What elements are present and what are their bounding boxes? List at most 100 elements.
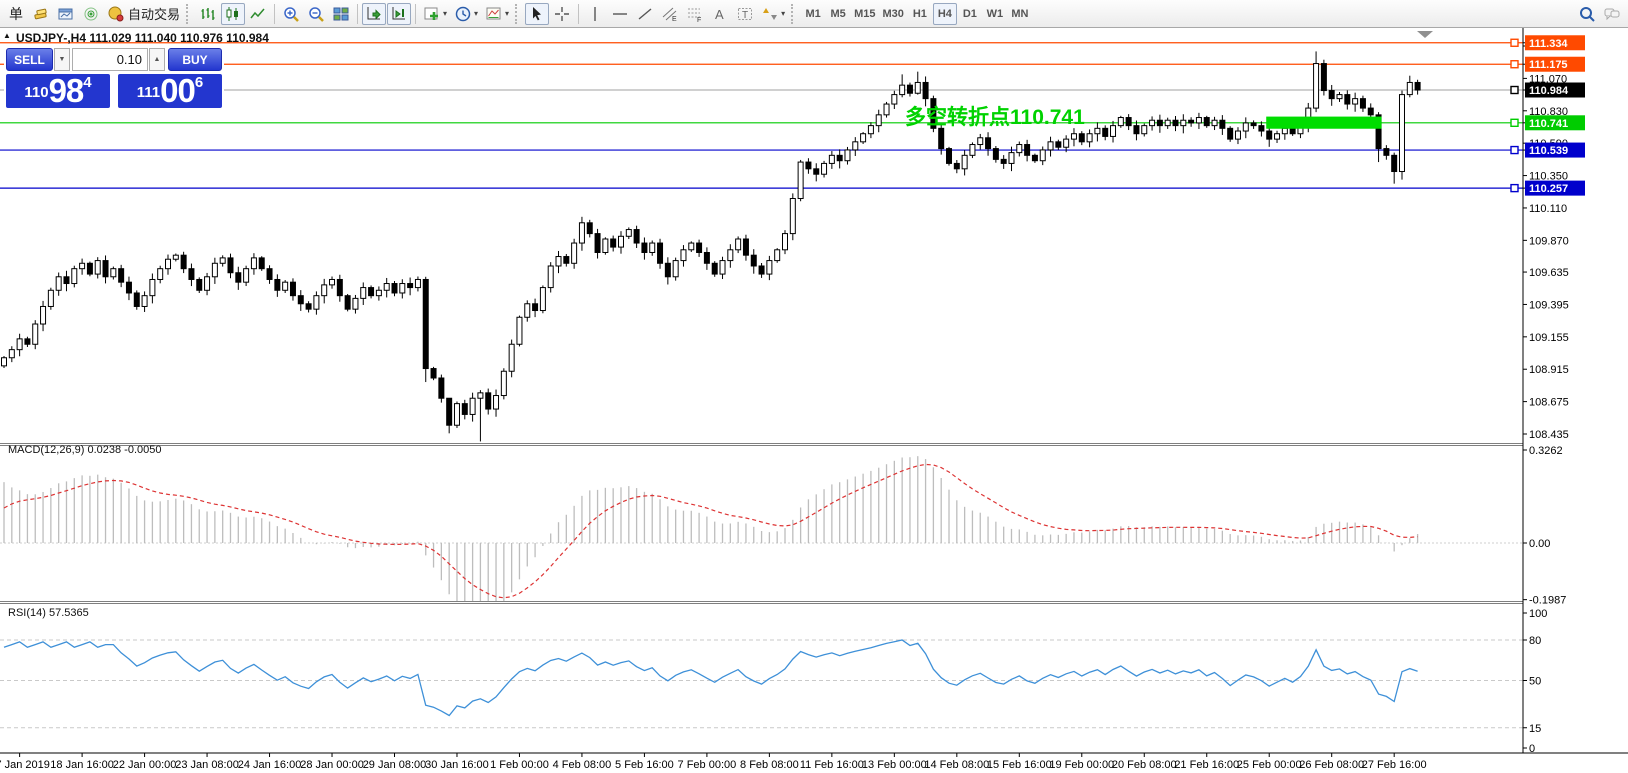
svg-text:108.435: 108.435 [1529,429,1569,441]
svg-text:110.257: 110.257 [1529,183,1568,195]
toolbar-periods-button[interactable]: ▾ [451,3,481,25]
toolbar-shapes-button[interactable]: ▾ [758,3,788,25]
svg-text:28 Jan 00:00: 28 Jan 00:00 [300,759,364,771]
toolbar-auto-trading-button[interactable]: 自动交易 [104,3,183,25]
timeframe-D1[interactable]: D1 [958,3,982,25]
toolbar-fibonacci-button[interactable]: F [683,3,707,25]
toolbar-zoom-in-button[interactable] [279,3,303,25]
svg-text:110.984: 110.984 [1529,85,1569,97]
svg-text:8 Feb 08:00: 8 Feb 08:00 [740,759,799,771]
text-label-icon: T [736,5,754,23]
svg-text:5 Feb 16:00: 5 Feb 16:00 [615,759,674,771]
chart-canvas[interactable]: 多空转折点110.741111.310111.070110.830110.590… [0,0,1628,773]
timeframe-M5[interactable]: M5 [826,3,850,25]
svg-text:80: 80 [1529,635,1541,647]
highlight-rectangle[interactable] [1266,117,1381,129]
svg-text:18 Jan 16:00: 18 Jan 16:00 [50,759,114,771]
timeframe-M1[interactable]: M1 [801,3,825,25]
svg-text:109.870: 109.870 [1529,235,1569,247]
buy-button[interactable]: BUY [168,48,222,71]
toolbar-trendline-button[interactable] [633,3,657,25]
timeframe-M30[interactable]: M30 [879,3,906,25]
sell-price-big: 98 [49,76,84,106]
svg-text:23 Jan 08:00: 23 Jan 08:00 [175,759,239,771]
svg-text:E: E [672,16,677,23]
toolbar-line-chart-button[interactable] [246,3,270,25]
toolbar-bar-chart-button[interactable] [196,3,220,25]
svg-text:30 Jan 16:00: 30 Jan 16:00 [425,759,489,771]
svg-text:1 Feb 00:00: 1 Feb 00:00 [490,759,549,771]
buy-price-box[interactable]: 111 00 6 [118,74,222,108]
macd-label: MACD(12,26,9) 0.0238 -0.0050 [8,444,161,456]
sell-price-prefix: 110 [24,80,48,106]
toolbar-new-order-button[interactable]: 单 [4,3,28,25]
svg-text:109.635: 109.635 [1529,267,1569,279]
toolbar-grip [515,4,520,24]
toolbar-signal-button[interactable] [79,3,103,25]
toolbar-separator [274,4,275,24]
svg-text:14 Feb 08:00: 14 Feb 08:00 [924,759,989,771]
svg-text:29 Jan 08:00: 29 Jan 08:00 [363,759,427,771]
svg-text:0.3262: 0.3262 [1529,445,1563,457]
toolbar: 单 自动交易 ▾ ▾ ▾ EFA T ▾ M1M5M15M30H1H4D1W1MN [0,0,1628,28]
candle-chart-icon [224,5,242,23]
timeframe-MN[interactable]: MN [1008,3,1032,25]
search-icon [1578,5,1596,23]
toolbar-search-button[interactable] [1575,3,1599,25]
vline-icon [586,5,604,23]
sell-price-box[interactable]: 110 98 4 [6,74,110,108]
toolbar-chat-button[interactable] [1600,3,1624,25]
svg-text:-0.1987: -0.1987 [1529,595,1566,607]
svg-text:110.110: 110.110 [1529,203,1567,215]
toolbar-candle-chart-button[interactable] [221,3,245,25]
chevron-down-icon: ▾ [474,9,478,18]
toolbar-auto-scroll-button[interactable] [362,3,386,25]
volume-down-button[interactable]: ▼ [54,48,70,71]
auto-scroll-icon [365,5,383,23]
chart-annotation[interactable]: 多空转折点110.741 [905,105,1085,129]
sell-button[interactable]: SELL [6,48,53,71]
toolbar-vline-button[interactable] [583,3,607,25]
toolbar-tile-windows-button[interactable] [329,3,353,25]
chart-window-icon [57,5,75,23]
hline-icon [611,5,629,23]
toolbar-templates-button[interactable]: ▾ [482,3,512,25]
svg-text:50: 50 [1529,676,1541,688]
toolbar-zoom-out-button[interactable] [304,3,328,25]
toolbar-chart-shift-button[interactable] [387,3,411,25]
svg-text:111.334: 111.334 [1529,38,1568,50]
panel-collapse-icon[interactable]: ▲ [3,31,11,40]
bar-chart-icon [199,5,217,23]
svg-text:22 Jan 00:00: 22 Jan 00:00 [113,759,177,771]
svg-text:11 Feb 16:00: 11 Feb 16:00 [800,759,864,771]
svg-text:26 Feb 08:00: 26 Feb 08:00 [1299,759,1364,771]
toolbar-separator [357,4,358,24]
toolbar-hline-button[interactable] [608,3,632,25]
toolbar-text-label-button[interactable]: T [733,3,757,25]
svg-text:100: 100 [1529,608,1547,620]
buy-price-sup: 6 [195,75,203,90]
toolbar-gold-bars-button[interactable] [29,3,53,25]
toolbar-cursor-button[interactable] [525,3,549,25]
toolbar-indicators-button[interactable]: ▾ [420,3,450,25]
timeframe-W1[interactable]: W1 [983,3,1007,25]
periods-icon [454,5,472,23]
svg-text:110.741: 110.741 [1529,118,1568,130]
toolbar-text-button[interactable]: A [708,3,732,25]
timeframe-M15[interactable]: M15 [851,3,878,25]
svg-text:0.00: 0.00 [1529,538,1550,550]
svg-text:110.539: 110.539 [1529,145,1568,157]
volume-up-button[interactable]: ▲ [149,48,165,71]
toolbar-chart-window-button[interactable] [54,3,78,25]
toolbar-channel-button[interactable]: E [658,3,682,25]
channel-icon: E [661,5,679,23]
text-icon: A [711,5,729,23]
svg-text:24 Jan 16:00: 24 Jan 16:00 [238,759,302,771]
volume-input[interactable]: 0.10 [72,48,148,71]
timeframe-H1[interactable]: H1 [908,3,932,25]
timeframe-H4[interactable]: H4 [933,3,957,25]
toolbar-crosshair-button[interactable] [550,3,574,25]
toolbar-grip [186,4,191,24]
svg-text:T: T [742,10,748,21]
indicators-icon [423,5,441,23]
